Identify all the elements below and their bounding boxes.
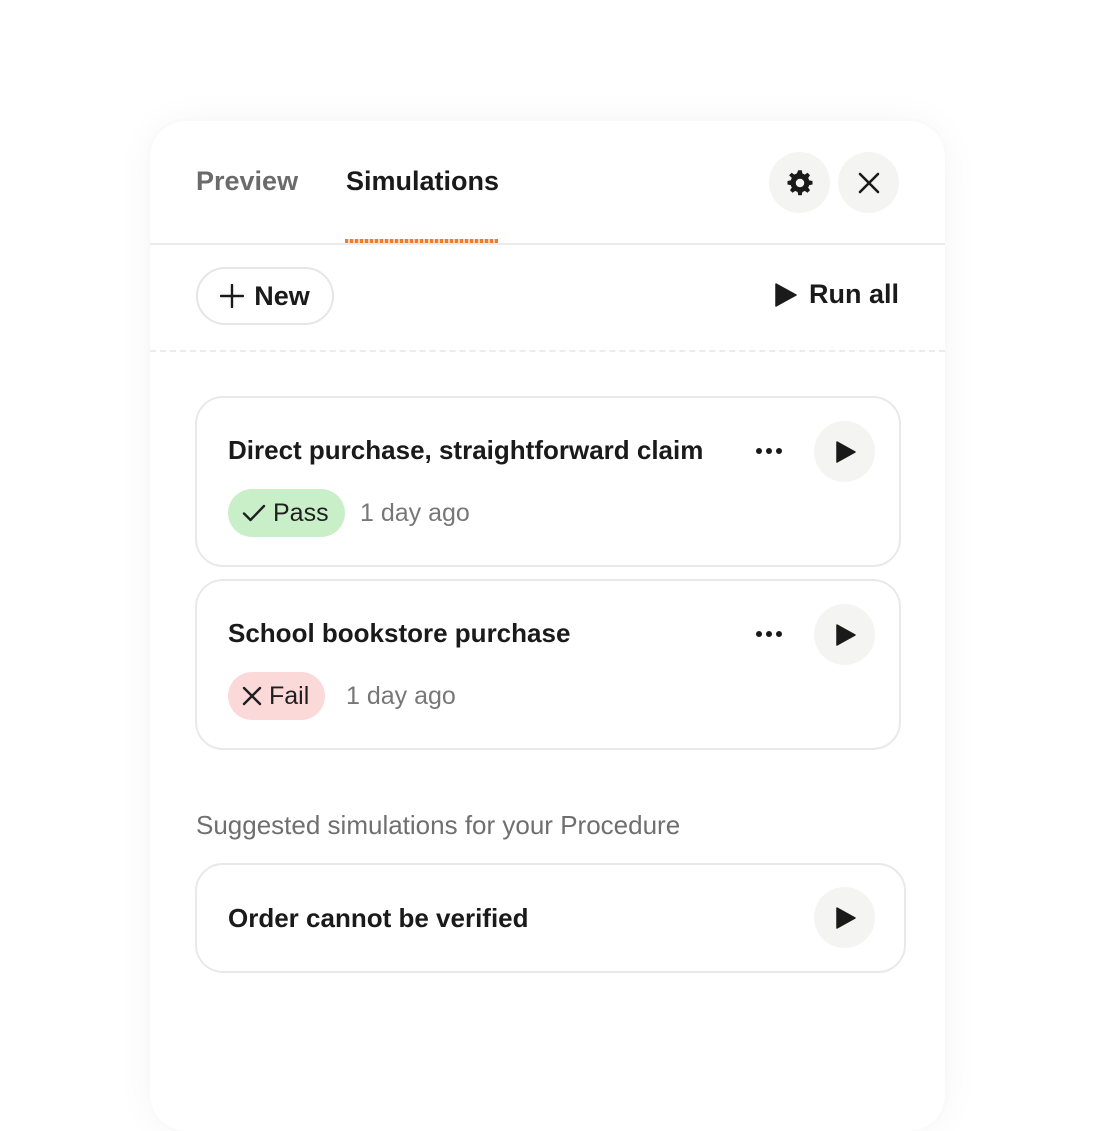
plus-icon (220, 284, 245, 308)
more-horizontal-icon (755, 447, 783, 455)
timestamp: 1 day ago (360, 499, 470, 527)
check-icon (242, 503, 266, 523)
settings-button[interactable] (769, 152, 830, 213)
status-badge-pass: Pass (228, 489, 345, 537)
simulation-title: Order cannot be verified (228, 903, 529, 933)
more-horizontal-icon (755, 630, 783, 638)
status-badge-fail: Fail (228, 672, 326, 720)
more-options-button[interactable] (752, 617, 786, 651)
simulation-title: Direct purchase, straightforward claim (228, 435, 704, 465)
run-all-label: Run all (808, 279, 899, 309)
new-simulation-button[interactable]: New (196, 267, 334, 325)
close-icon (857, 171, 881, 195)
status-label: Pass (273, 498, 329, 527)
timestamp: 1 day ago (346, 682, 456, 710)
simulation-card[interactable]: Direct purchase, straightforward claim P… (195, 396, 901, 567)
more-options-button[interactable] (752, 434, 786, 468)
status-label: Fail (269, 681, 310, 710)
simulations-toolbar: New Run all (150, 245, 945, 352)
panel-header: Preview Simulations (150, 121, 945, 245)
suggested-section-heading: Suggested simulations for your Procedure (196, 810, 681, 840)
suggested-simulation-card[interactable]: Order cannot be verified (195, 863, 906, 973)
tab-preview[interactable]: Preview (196, 163, 298, 199)
simulations-panel: Preview Simulations New Run all Direct p… (150, 121, 945, 1131)
play-icon (836, 440, 856, 463)
new-button-label: New (254, 280, 310, 311)
close-button[interactable] (838, 152, 899, 213)
run-simulation-button[interactable] (814, 604, 875, 665)
tab-simulations[interactable]: Simulations (346, 163, 499, 199)
gear-icon (785, 168, 815, 198)
simulation-title: School bookstore purchase (228, 618, 571, 648)
active-tab-indicator (345, 239, 498, 243)
x-icon (242, 686, 262, 706)
run-simulation-button[interactable] (814, 421, 875, 482)
run-all-button[interactable]: Run all (775, 279, 899, 310)
play-icon (836, 623, 856, 646)
run-simulation-button[interactable] (814, 887, 875, 948)
play-icon (836, 906, 856, 929)
play-icon (775, 282, 797, 307)
simulation-card[interactable]: School bookstore purchase Fail 1 day ago (195, 579, 901, 750)
